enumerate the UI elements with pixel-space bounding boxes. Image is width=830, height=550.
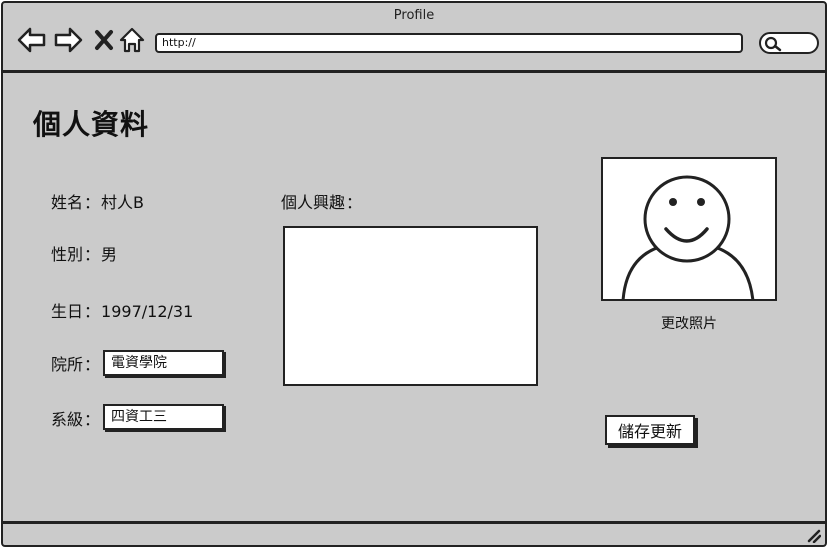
forward-button[interactable] [53, 25, 83, 55]
home-button[interactable] [117, 25, 147, 55]
interests-label-group: 個人興趣： [281, 189, 363, 213]
college-input[interactable]: 電資學院 [103, 350, 224, 376]
search-icon [764, 36, 782, 52]
title-bar: Profile http:// [3, 3, 825, 73]
department-sep: ： [84, 410, 101, 429]
close-icon [95, 30, 113, 50]
department-label-group: 系級： [51, 406, 101, 430]
birthday-label: 生日 [51, 302, 84, 321]
resize-grip-icon[interactable] [805, 527, 821, 543]
gender-value: 男 [101, 245, 118, 264]
gender-label: 性別 [51, 245, 84, 264]
page-title: 個人資料 [33, 108, 150, 141]
college-label: 院所 [51, 355, 84, 374]
arrow-left-icon [17, 27, 46, 53]
profile-photo [601, 157, 777, 301]
gender-sep: ： [84, 245, 101, 264]
college-label-group: 院所： [51, 351, 101, 375]
department-input[interactable]: 四資工三 [103, 404, 224, 430]
url-input[interactable]: http:// [155, 33, 743, 53]
name-label: 姓名 [51, 193, 84, 212]
interests-label: 個人興趣 [281, 193, 346, 212]
search-box[interactable] [759, 32, 819, 54]
name-field: 姓名：村人B [51, 189, 144, 213]
birthday-field: 生日：1997/12/31 [51, 298, 193, 322]
home-icon [119, 27, 145, 53]
user-avatar-icon [621, 175, 755, 299]
birthday-sep: ： [84, 302, 101, 321]
window-title: Profile [393, 8, 435, 23]
back-button[interactable] [17, 25, 47, 55]
save-button[interactable]: 儲存更新 [605, 415, 695, 445]
browser-window: Profile http:// 個人資料 姓名：村人B 性別：男 生日：1997… [1, 1, 827, 547]
department-label: 系級 [51, 410, 84, 429]
name-sep: ： [84, 193, 101, 212]
gender-field: 性別：男 [51, 241, 117, 265]
status-bar [3, 521, 825, 545]
interests-sep: ： [346, 193, 363, 212]
name-value: 村人B [101, 193, 145, 212]
stop-button[interactable] [89, 25, 119, 55]
change-photo-link[interactable]: 更改照片 [601, 313, 777, 333]
interests-textarea[interactable] [283, 226, 538, 386]
college-sep: ： [84, 355, 101, 374]
birthday-value: 1997/12/31 [101, 302, 194, 321]
arrow-right-icon [54, 27, 83, 53]
